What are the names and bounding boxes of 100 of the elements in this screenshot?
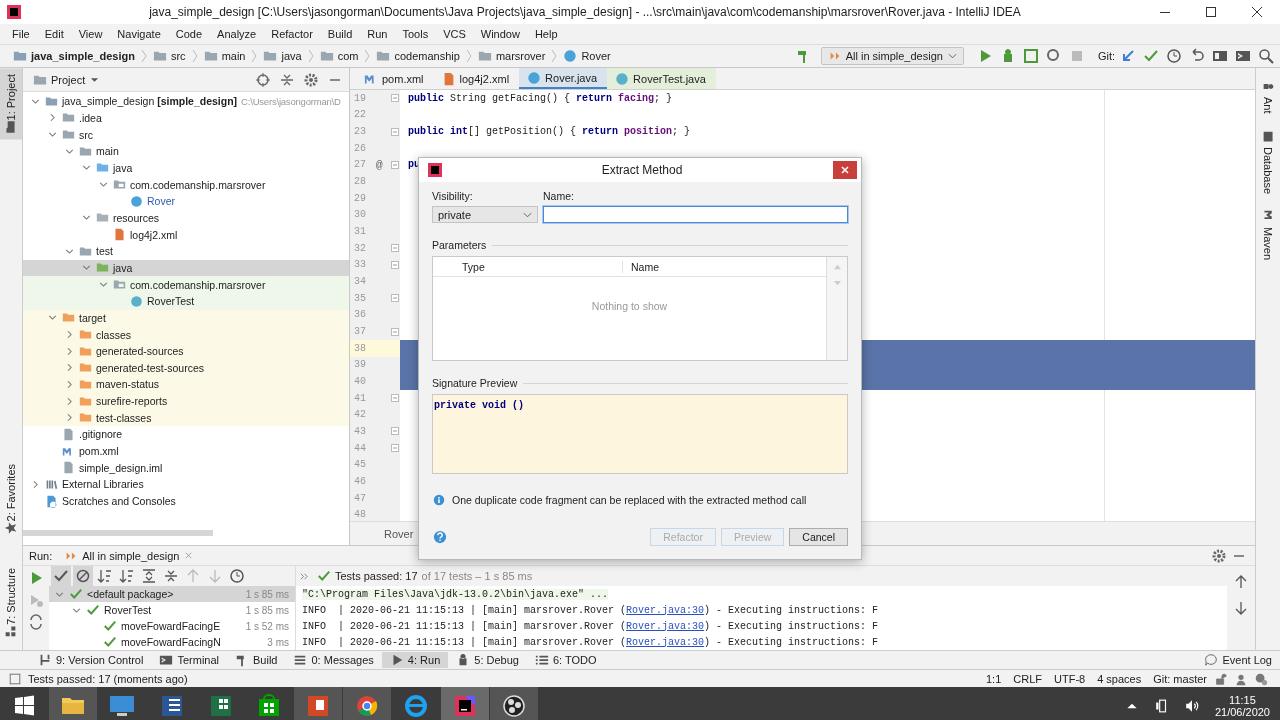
source-link[interactable]: Rover.java:30 [626, 604, 705, 616]
menu-item[interactable]: File [4, 26, 37, 42]
help-icon[interactable] [433, 530, 447, 544]
fold-icon[interactable] [390, 326, 400, 337]
fold-icon[interactable] [390, 93, 400, 104]
history-icon[interactable] [227, 566, 247, 586]
fold-icon[interactable] [390, 293, 400, 304]
tree-row[interactable]: test-classes [23, 409, 349, 427]
editor-tab[interactable]: pom.xml [356, 68, 434, 89]
tree-row[interactable]: log4j2.xml [23, 226, 349, 243]
menu-item[interactable]: Run [359, 26, 395, 42]
tool-window-button[interactable]: 0: Messages [285, 652, 382, 668]
tree-row[interactable]: External Libraries [23, 476, 349, 493]
tree-row[interactable]: java [23, 259, 349, 277]
menu-item[interactable]: Tools [394, 26, 436, 42]
tool-window-button[interactable]: 6: TODO [526, 652, 605, 668]
breadcrumb-item[interactable]: main [200, 49, 249, 63]
menu-item[interactable]: Refactor [263, 26, 320, 42]
result-row[interactable]: moveFowardFacingN 3 ms [49, 634, 295, 650]
tree-row[interactable]: java [23, 159, 349, 177]
tool-window-tab[interactable]: 1: Project [0, 68, 22, 140]
status-item[interactable]: 1:1 [980, 672, 1007, 685]
menu-item[interactable]: Window [472, 26, 527, 42]
breadcrumb-item[interactable]: src [149, 49, 189, 63]
tree-row[interactable]: java_simple_design [simple_design] C:\Users\jasongorman\D [23, 93, 349, 110]
tool-window-button[interactable]: 4: Run [381, 652, 449, 668]
menu-item[interactable]: Edit [36, 26, 71, 42]
tool-window-tab[interactable]: 2: Favorites [0, 457, 22, 541]
source-link[interactable]: Rover.java:30 [626, 620, 705, 632]
breadcrumb-item[interactable]: marsrover [474, 49, 549, 63]
override-marker[interactable]: @ [376, 158, 383, 171]
tree-row[interactable]: com.codemanship.marsrover [23, 276, 349, 293]
event-log-button[interactable]: Event Log [1196, 652, 1280, 668]
more-icon[interactable] [300, 571, 309, 581]
menu-item[interactable]: Build [319, 26, 360, 42]
tool-window-tab[interactable]: 7: Structure [0, 562, 22, 644]
breadcrumb-item[interactable]: java_simple_design [10, 49, 138, 63]
battery-icon[interactable] [1154, 698, 1169, 713]
run-configuration-dropdown[interactable]: All in simple_design [820, 47, 964, 65]
menu-item[interactable]: Navigate [109, 26, 168, 42]
tree-row[interactable]: pom.xml [23, 442, 349, 460]
panel-toggle-icon[interactable] [8, 671, 22, 686]
source-link[interactable]: Rover.java:30 [626, 636, 705, 648]
status-item[interactable]: 4 spaces [1092, 672, 1147, 685]
editor-tab[interactable]: RoverTest.java [607, 68, 716, 89]
status-item[interactable]: UTF-8 [1049, 672, 1091, 685]
tree-row[interactable]: test [23, 242, 349, 260]
editor-tab[interactable]: log4j2.xml [433, 68, 520, 89]
presentation-icon[interactable] [294, 687, 342, 720]
fold-icon[interactable] [390, 259, 400, 270]
tree-row[interactable]: simple_design.iml [23, 459, 349, 477]
folder-icon[interactable] [49, 687, 97, 720]
tree-row[interactable]: classes [23, 326, 349, 343]
breadcrumb-item[interactable]: Rover [384, 527, 414, 540]
status-item[interactable]: CRLF [1008, 672, 1047, 685]
result-row[interactable]: RoverTest 1 s 85 ms [49, 602, 295, 618]
ide-icon[interactable] [441, 687, 489, 720]
tool-window-button[interactable]: 9: Version Control [30, 652, 152, 668]
breadcrumb-item[interactable]: java [260, 49, 305, 63]
tree-row[interactable]: com.codemanship.marsrover [23, 176, 349, 193]
record-icon[interactable] [490, 687, 538, 720]
run-tab[interactable]: All in simple_design [60, 548, 198, 563]
fold-icon[interactable] [390, 393, 400, 404]
ignore-icon[interactable] [73, 566, 93, 586]
tree-row[interactable]: main [23, 142, 349, 160]
fold-icon[interactable] [390, 426, 400, 437]
menu-item[interactable]: Help [526, 26, 565, 42]
volume-icon[interactable] [1184, 698, 1199, 713]
fold-icon[interactable] [390, 159, 400, 170]
editor-tab[interactable]: Rover.java [519, 68, 608, 89]
menu-item[interactable]: Code [167, 26, 210, 42]
tree-row[interactable]: resources [23, 209, 349, 227]
tool-window-button[interactable]: Terminal [151, 652, 227, 668]
menu-item[interactable]: VCS [435, 26, 473, 42]
tool-window-tab[interactable]: Database [1256, 123, 1280, 200]
dialog-button[interactable]: Cancel [789, 528, 848, 546]
close-icon[interactable] [184, 551, 194, 560]
fold-icon[interactable] [390, 126, 400, 137]
fold-icon[interactable] [390, 443, 400, 454]
tool-window-button[interactable]: Build [227, 652, 286, 668]
project-view-dropdown[interactable]: Project [33, 72, 100, 87]
tree-row[interactable]: src [23, 126, 349, 143]
tree-row[interactable]: Rover [23, 192, 349, 210]
breadcrumb-item[interactable]: codemanship [373, 49, 463, 63]
scrollbar[interactable] [23, 530, 213, 536]
breadcrumb-item[interactable]: Rover [560, 49, 614, 63]
menu-item[interactable]: View [70, 26, 110, 42]
history-icon[interactable] [1164, 46, 1184, 66]
tree-row[interactable]: .gitignore [23, 426, 349, 443]
check-icon[interactable] [51, 566, 71, 586]
lock-icon[interactable] [1214, 671, 1228, 686]
tool-window-button[interactable]: 5: Debug [448, 652, 527, 668]
name-field[interactable] [543, 206, 848, 223]
breadcrumb-item[interactable]: com [316, 49, 362, 63]
close-button[interactable] [833, 161, 857, 179]
browser-icon[interactable] [343, 687, 391, 720]
settings-icon[interactable] [1254, 671, 1268, 686]
status-item[interactable]: Git: master [1148, 672, 1212, 685]
search-icon[interactable] [1256, 46, 1276, 66]
fold-icon[interactable] [390, 243, 400, 254]
